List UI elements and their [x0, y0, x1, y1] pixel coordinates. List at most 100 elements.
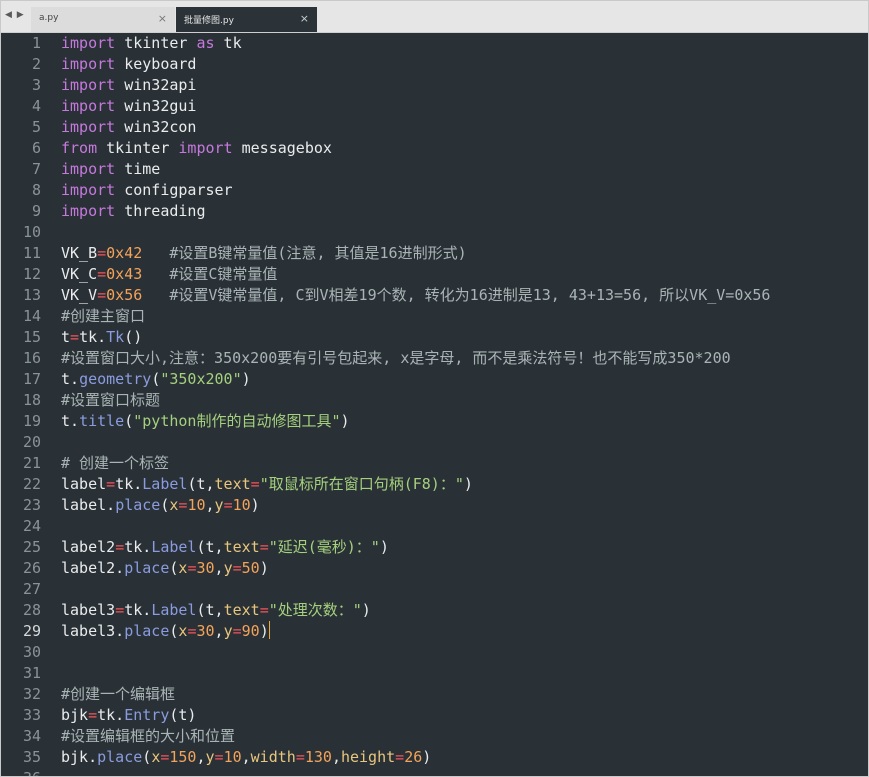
code-token: place — [124, 559, 170, 577]
code-text[interactable]: label2=tk.Label(t,text="延迟(毫秒)：") — [61, 537, 389, 558]
code-token: ( — [124, 412, 134, 430]
code-line[interactable]: 8 import configparser — [1, 180, 868, 201]
code-text[interactable]: bjk.place(x=150,y=10,width=130,height=26… — [61, 747, 431, 768]
code-token: win32api — [115, 76, 197, 94]
code-line[interactable]: 3 import win32api — [1, 75, 868, 96]
code-line[interactable]: 2 import keyboard — [1, 54, 868, 75]
tab-a-py[interactable]: a.py × — [31, 7, 175, 32]
close-icon[interactable]: × — [300, 12, 309, 25]
code-line[interactable]: 35 bjk.place(x=150,y=10,width=130,height=… — [1, 747, 868, 768]
code-line[interactable]: 7 import time — [1, 159, 868, 180]
code-line[interactable]: 9 import threading — [1, 201, 868, 222]
code-line[interactable]: 21 # 创建一个标签 — [1, 453, 868, 474]
code-line[interactable]: 14 #创建主窗口 — [1, 306, 868, 327]
code-text[interactable]: t.geometry("350x200") — [61, 369, 251, 390]
line-number: 30 — [22, 643, 41, 661]
code-token: = — [395, 748, 405, 766]
code-text[interactable]: import keyboard — [61, 54, 196, 75]
code-line[interactable]: 16 #设置窗口大小,注意：350x200要有引号包起来, x是字母, 而不是乘法… — [1, 348, 868, 369]
code-token: text — [223, 538, 260, 556]
code-token: label — [61, 475, 107, 493]
code-text[interactable]: label.place(x=10,y=10) — [61, 495, 260, 516]
code-line[interactable]: 10 — [1, 222, 868, 243]
code-line[interactable]: 15 t=tk.Tk() — [1, 327, 868, 348]
code-text[interactable]: import configparser — [61, 180, 233, 201]
code-token: messagebox — [232, 139, 332, 157]
code-text[interactable]: from tkinter import messagebox — [61, 138, 332, 159]
code-text[interactable]: import tkinter as tk — [61, 33, 242, 54]
code-token: import — [61, 76, 116, 94]
code-line[interactable]: 5 import win32con — [1, 117, 868, 138]
tab-nav-arrows-icon[interactable]: ◀ ▶ — [5, 10, 25, 20]
code-text[interactable]: VK_V=0x56 #设置V键常量值, C到V相差19个数, 转化为16进制是1… — [61, 285, 770, 306]
code-line[interactable]: 13 VK_V=0x56 #设置V键常量值, C到V相差19个数, 转化为16进制… — [1, 285, 868, 306]
code-text[interactable]: #创建一个编辑框 — [61, 684, 175, 705]
line-number: 10 — [22, 223, 41, 241]
code-line[interactable]: 1 import tkinter as tk — [1, 33, 868, 54]
code-text[interactable]: import win32api — [61, 75, 196, 96]
code-line[interactable]: 17 t.geometry("350x200") — [1, 369, 868, 390]
code-line[interactable]: 27 — [1, 579, 868, 600]
code-line[interactable]: 22 label=tk.Label(t,text="取鼠标所在窗口句柄(F8)："… — [1, 474, 868, 495]
code-text[interactable]: import threading — [61, 201, 206, 222]
code-token: import — [61, 34, 116, 52]
code-token: configparser — [115, 181, 233, 199]
line-number: 24 — [22, 517, 41, 535]
code-line[interactable]: 18 #设置窗口标题 — [1, 390, 868, 411]
code-text[interactable]: VK_B=0x42 #设置B键常量值(注意, 其值是16进制形式) — [61, 243, 467, 264]
close-icon[interactable]: × — [158, 12, 167, 25]
code-line[interactable]: 31 — [1, 663, 868, 684]
code-line[interactable]: 33 bjk=tk.Entry(t) — [1, 705, 868, 726]
line-number: 20 — [22, 433, 41, 451]
code-line[interactable]: 25 label2=tk.Label(t,text="延迟(毫秒)：") — [1, 537, 868, 558]
line-number: 34 — [22, 727, 41, 745]
code-line[interactable]: 24 — [1, 516, 868, 537]
code-token: = — [97, 265, 107, 283]
code-token: tk. — [124, 601, 152, 619]
tab-bar: ◀ ▶ a.py × 批量修图.py × — [1, 1, 868, 33]
code-token: #设置窗口大小,注意：350x200要有引号包起来, x是字母, 而不是乘法符号… — [61, 349, 731, 367]
code-token: threading — [115, 202, 206, 220]
tab-label: a.py — [39, 13, 59, 23]
code-line[interactable]: 30 — [1, 642, 868, 663]
code-line[interactable]: 23 label.place(x=10,y=10) — [1, 495, 868, 516]
code-line[interactable]: 29 label3.place(x=30,y=90) — [1, 621, 868, 642]
code-text[interactable]: import time — [61, 159, 160, 180]
code-text[interactable]: # 创建一个标签 — [61, 453, 169, 474]
code-line[interactable]: 36 — [1, 768, 868, 776]
code-text[interactable]: t.title("python制作的自动修图工具") — [61, 411, 350, 432]
code-line[interactable]: 19 t.title("python制作的自动修图工具") — [1, 411, 868, 432]
code-text[interactable]: #设置编辑框的大小和位置 — [61, 726, 235, 747]
code-line[interactable]: 20 — [1, 432, 868, 453]
code-text[interactable]: label2.place(x=30,y=50) — [61, 558, 269, 579]
code-text[interactable]: t=tk.Tk() — [61, 327, 142, 348]
code-text[interactable]: label=tk.Label(t,text="取鼠标所在窗口句柄(F8)：") — [61, 474, 473, 495]
code-text[interactable]: #创建主窗口 — [61, 306, 145, 327]
code-editor[interactable]: 1 import tkinter as tk 2 import keyboard 3 im… — [1, 33, 868, 776]
code-text[interactable]: #设置窗口标题 — [61, 390, 160, 411]
code-token: 0x56 — [106, 286, 143, 304]
code-line[interactable]: 11 VK_B=0x42 #设置B键常量值(注意, 其值是16进制形式) — [1, 243, 868, 264]
code-line[interactable]: 28 label3=tk.Label(t,text="处理次数：") — [1, 600, 868, 621]
line-number: 27 — [22, 580, 41, 598]
code-line[interactable]: 32 #创建一个编辑框 — [1, 684, 868, 705]
code-line[interactable]: 6 from tkinter import messagebox — [1, 138, 868, 159]
tab-batch-edit-py[interactable]: 批量修图.py × — [176, 7, 317, 32]
code-line[interactable]: 12 VK_C=0x43 #设置C键常量值 — [1, 264, 868, 285]
code-text[interactable]: label3.place(x=30,y=90) — [61, 621, 270, 642]
line-number: 11 — [22, 244, 41, 262]
code-token: "延迟(毫秒)：" — [268, 538, 380, 556]
code-text[interactable]: VK_C=0x43 #设置C键常量值 — [61, 264, 277, 285]
code-text[interactable]: import win32con — [61, 117, 196, 138]
line-number: 13 — [22, 286, 41, 304]
code-token: tk. — [115, 475, 143, 493]
code-token: , — [241, 748, 251, 766]
code-line[interactable]: 34 #设置编辑框的大小和位置 — [1, 726, 868, 747]
code-line[interactable]: 4 import win32gui — [1, 96, 868, 117]
code-text[interactable]: #设置窗口大小,注意：350x200要有引号包起来, x是字母, 而不是乘法符号… — [61, 348, 731, 369]
code-line[interactable]: 26 label2.place(x=30,y=50) — [1, 558, 868, 579]
code-text[interactable]: import win32gui — [61, 96, 196, 117]
code-text[interactable]: bjk=tk.Entry(t) — [61, 705, 196, 726]
code-text[interactable]: label3=tk.Label(t,text="处理次数：") — [61, 600, 371, 621]
